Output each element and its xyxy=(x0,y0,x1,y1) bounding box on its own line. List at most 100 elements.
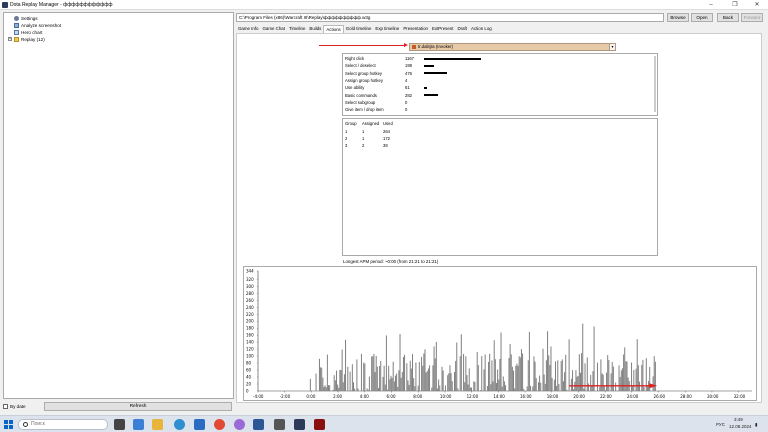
tree-item-settings[interactable]: Settings xyxy=(14,15,38,21)
file-explorer-icon[interactable] xyxy=(152,419,163,430)
warcraft-icon[interactable] xyxy=(314,419,325,430)
apm-bar xyxy=(337,384,339,391)
apm-bar xyxy=(515,365,517,391)
replay-manager-icon[interactable] xyxy=(294,419,305,430)
apm-bar xyxy=(545,360,547,391)
apm-bar xyxy=(547,331,549,391)
windows-start-icon[interactable] xyxy=(4,420,13,429)
x-tick-label: 8:00 xyxy=(413,394,422,399)
app-icon[interactable] xyxy=(234,419,245,430)
taskbar-search[interactable]: Поиск xyxy=(18,419,108,430)
apm-bar xyxy=(460,334,462,391)
apm-bar xyxy=(510,354,512,391)
apm-bar xyxy=(447,375,449,391)
clock-date[interactable]: 12.08.2024 xyxy=(729,424,752,429)
word-icon[interactable] xyxy=(253,419,264,430)
apm-bar xyxy=(492,381,494,391)
apm-bar xyxy=(421,356,423,391)
apm-bar xyxy=(364,363,366,391)
apm-bar xyxy=(425,372,427,391)
tab-extpresent[interactable]: ExtPresent xyxy=(430,25,455,33)
apm-bar xyxy=(380,360,382,391)
apm-bar xyxy=(593,326,595,391)
apm-bar xyxy=(343,374,345,391)
language-indicator[interactable]: РУС xyxy=(716,422,725,427)
widgets-icon[interactable] xyxy=(133,419,144,430)
app-icon xyxy=(2,2,8,8)
apm-bar xyxy=(401,372,403,391)
apm-bar xyxy=(335,370,337,391)
tab-gold-timeline[interactable]: Gold timeline xyxy=(344,25,374,33)
chrome-icon[interactable] xyxy=(214,419,225,430)
tree-item-replay[interactable]: + Replay (12) xyxy=(8,36,45,42)
apm-bar xyxy=(325,387,327,391)
tree-item-hero-chart[interactable]: Hero chart xyxy=(14,29,42,35)
maximize-button[interactable]: ❐ xyxy=(724,0,746,10)
apm-bar xyxy=(322,377,324,391)
actions-stats-list[interactable]: Right click 1167 Select / deselect 199 Selec… xyxy=(342,53,658,116)
apm-bar xyxy=(501,386,503,391)
apm-bar xyxy=(372,356,374,391)
browse-button[interactable]: Browse xyxy=(667,13,689,22)
tab-timeline[interactable]: Timeline xyxy=(287,25,307,33)
apm-bar xyxy=(637,365,639,391)
back-button[interactable]: Back xyxy=(717,13,739,22)
tab-actions[interactable]: Actions xyxy=(323,25,344,33)
by-date-checkbox[interactable] xyxy=(3,404,8,409)
refresh-button[interactable]: Refresh xyxy=(44,402,232,411)
tab-presentation[interactable]: Presentation xyxy=(401,25,430,33)
apm-bar xyxy=(553,379,555,391)
apm-bar xyxy=(399,333,401,391)
x-tick-label: 22:00 xyxy=(600,394,612,399)
clock-time[interactable]: 3:49 xyxy=(734,417,743,422)
apm-bar xyxy=(530,385,532,391)
stat-bar xyxy=(424,72,448,75)
tree-item-label: Settings xyxy=(21,15,38,21)
player-select[interactable]: tr.dalitjra (Invoker) ▾ xyxy=(409,43,616,51)
by-date-option[interactable]: By date xyxy=(3,403,26,410)
x-tick-label: 12:00 xyxy=(467,394,479,399)
apm-bar xyxy=(434,358,436,391)
expand-icon[interactable]: + xyxy=(8,37,12,41)
tab-builds[interactable]: Builds xyxy=(307,25,323,33)
stat-label: Select / deselect xyxy=(345,63,376,69)
apm-bar xyxy=(453,371,455,391)
x-tick-label: -2:00 xyxy=(280,394,291,399)
tab-game-chat[interactable]: Game Chat xyxy=(261,25,287,33)
table-cell: 172 xyxy=(383,136,390,141)
replay-path-field[interactable]: C:\Program Files (x86)\Warcraft III\Repl… xyxy=(236,13,664,22)
tab-draft[interactable]: Draft xyxy=(455,25,469,33)
chevron-down-icon[interactable]: ▾ xyxy=(609,44,615,50)
tab-action-log[interactable]: Action Log xyxy=(469,25,494,33)
stat-label: Give item / drop item xyxy=(345,107,384,113)
tab-game-info[interactable]: Game Info xyxy=(236,25,261,33)
apm-bar xyxy=(606,372,608,391)
apm-bar xyxy=(481,356,483,391)
x-tick-label: 14:00 xyxy=(493,394,505,399)
x-tick-label: 10:00 xyxy=(440,394,452,399)
apm-chart: 0 20 40 60 80 100 120 140 160 180 200 220 240 260 280 3… xyxy=(243,266,757,401)
minimize-button[interactable]: – xyxy=(700,0,722,10)
tree-item-analyze-screenshot[interactable]: Analyze screenshot xyxy=(14,22,61,28)
apm-bar xyxy=(523,388,525,391)
apm-bar xyxy=(407,380,409,391)
apm-bar xyxy=(576,376,578,391)
apm-bar xyxy=(625,361,627,391)
notification-icon[interactable]: ▮ xyxy=(755,422,757,428)
tab-exp-timeline[interactable]: Exp timeline xyxy=(373,25,401,33)
store-icon[interactable] xyxy=(194,419,205,430)
apm-bar xyxy=(429,365,431,391)
apm-bar xyxy=(556,385,558,391)
close-button[interactable]: ✕ xyxy=(746,0,768,10)
stat-label: Assign group hotkey xyxy=(345,77,383,83)
open-button[interactable]: Open xyxy=(691,13,713,22)
forward-button[interactable]: Forward xyxy=(741,13,763,22)
apm-bar xyxy=(551,377,553,391)
app-icon[interactable] xyxy=(274,419,285,430)
task-view-icon[interactable] xyxy=(114,419,125,430)
navigation-tree[interactable]: Settings Analyze screenshot Hero chart +… xyxy=(3,12,234,399)
apm-bar xyxy=(374,371,376,391)
scrollbar[interactable] xyxy=(654,56,656,112)
edge-icon[interactable] xyxy=(174,419,185,430)
apm-bar xyxy=(611,361,613,391)
